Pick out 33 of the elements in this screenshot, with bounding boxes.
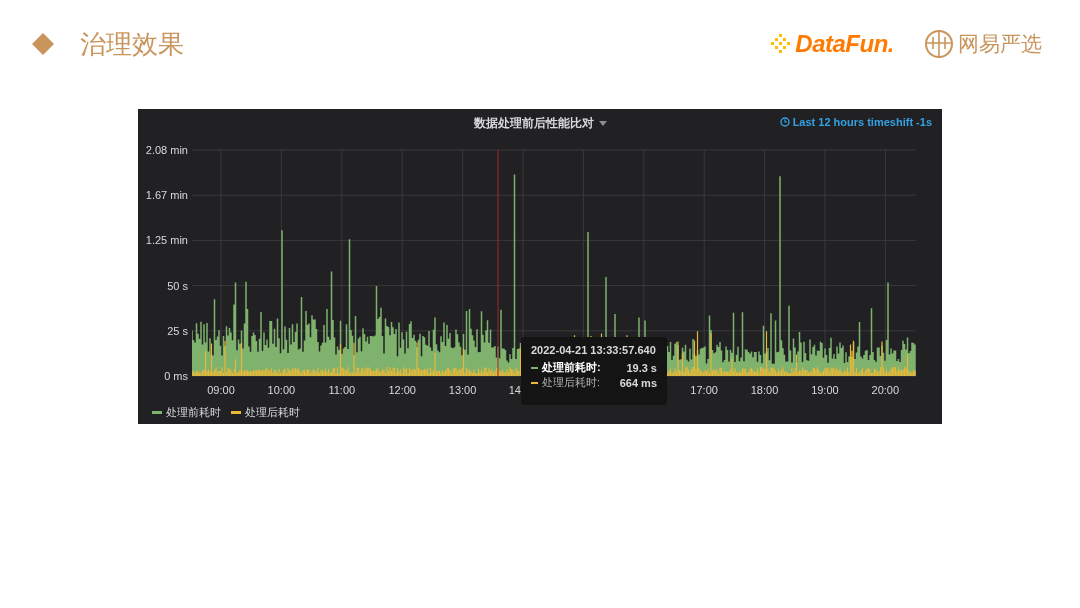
- slide-title: 治理效果: [80, 27, 184, 61]
- tooltip-time: 2022-04-21 13:33:57.640: [531, 344, 657, 356]
- diamond-icon: [32, 33, 54, 55]
- axis-label: 13:00: [448, 384, 477, 396]
- series-name: 处理后耗时:: [542, 375, 601, 390]
- time-range[interactable]: Last 12 hours timeshift -1s: [792, 116, 932, 128]
- legend-label[interactable]: 处理前耗时: [166, 404, 221, 420]
- axis-label: 25 s: [166, 325, 188, 336]
- circle-logo-icon: [924, 29, 954, 59]
- clock-icon: [779, 117, 790, 127]
- axis-label: 10:00: [267, 384, 296, 396]
- axis-label: 2.08 min: [144, 145, 188, 155]
- series-value: 19.3 s: [626, 361, 657, 374]
- axis-label: 11:00: [328, 384, 356, 396]
- axis-label: 14: [508, 384, 521, 396]
- axis-label: 12:00: [388, 384, 416, 396]
- pixel-squares-icon: [771, 34, 792, 54]
- axis-label: 50 s: [166, 280, 188, 291]
- panel-title[interactable]: 数据处理前后性能比对: [473, 114, 594, 132]
- axis-label: 19:00: [811, 384, 839, 396]
- axis-label: 18:00: [750, 384, 779, 396]
- axis-label: 09:00: [207, 384, 235, 396]
- caret-icon: [598, 120, 607, 126]
- legend-label[interactable]: 处理后耗时: [245, 404, 300, 420]
- axis-label: 0 ms: [163, 370, 188, 381]
- axis-label: 1.67 min: [144, 190, 188, 201]
- logo-text: 网易严选: [958, 31, 1042, 57]
- axis-label: 20:00: [871, 384, 900, 396]
- axis-label: 17:00: [690, 384, 718, 396]
- axis-label: 1.25 min: [144, 235, 188, 246]
- series-name: 处理前耗时:: [542, 360, 601, 375]
- series-value: 664 ms: [619, 376, 657, 389]
- logo-text: DataFun.: [795, 30, 894, 58]
